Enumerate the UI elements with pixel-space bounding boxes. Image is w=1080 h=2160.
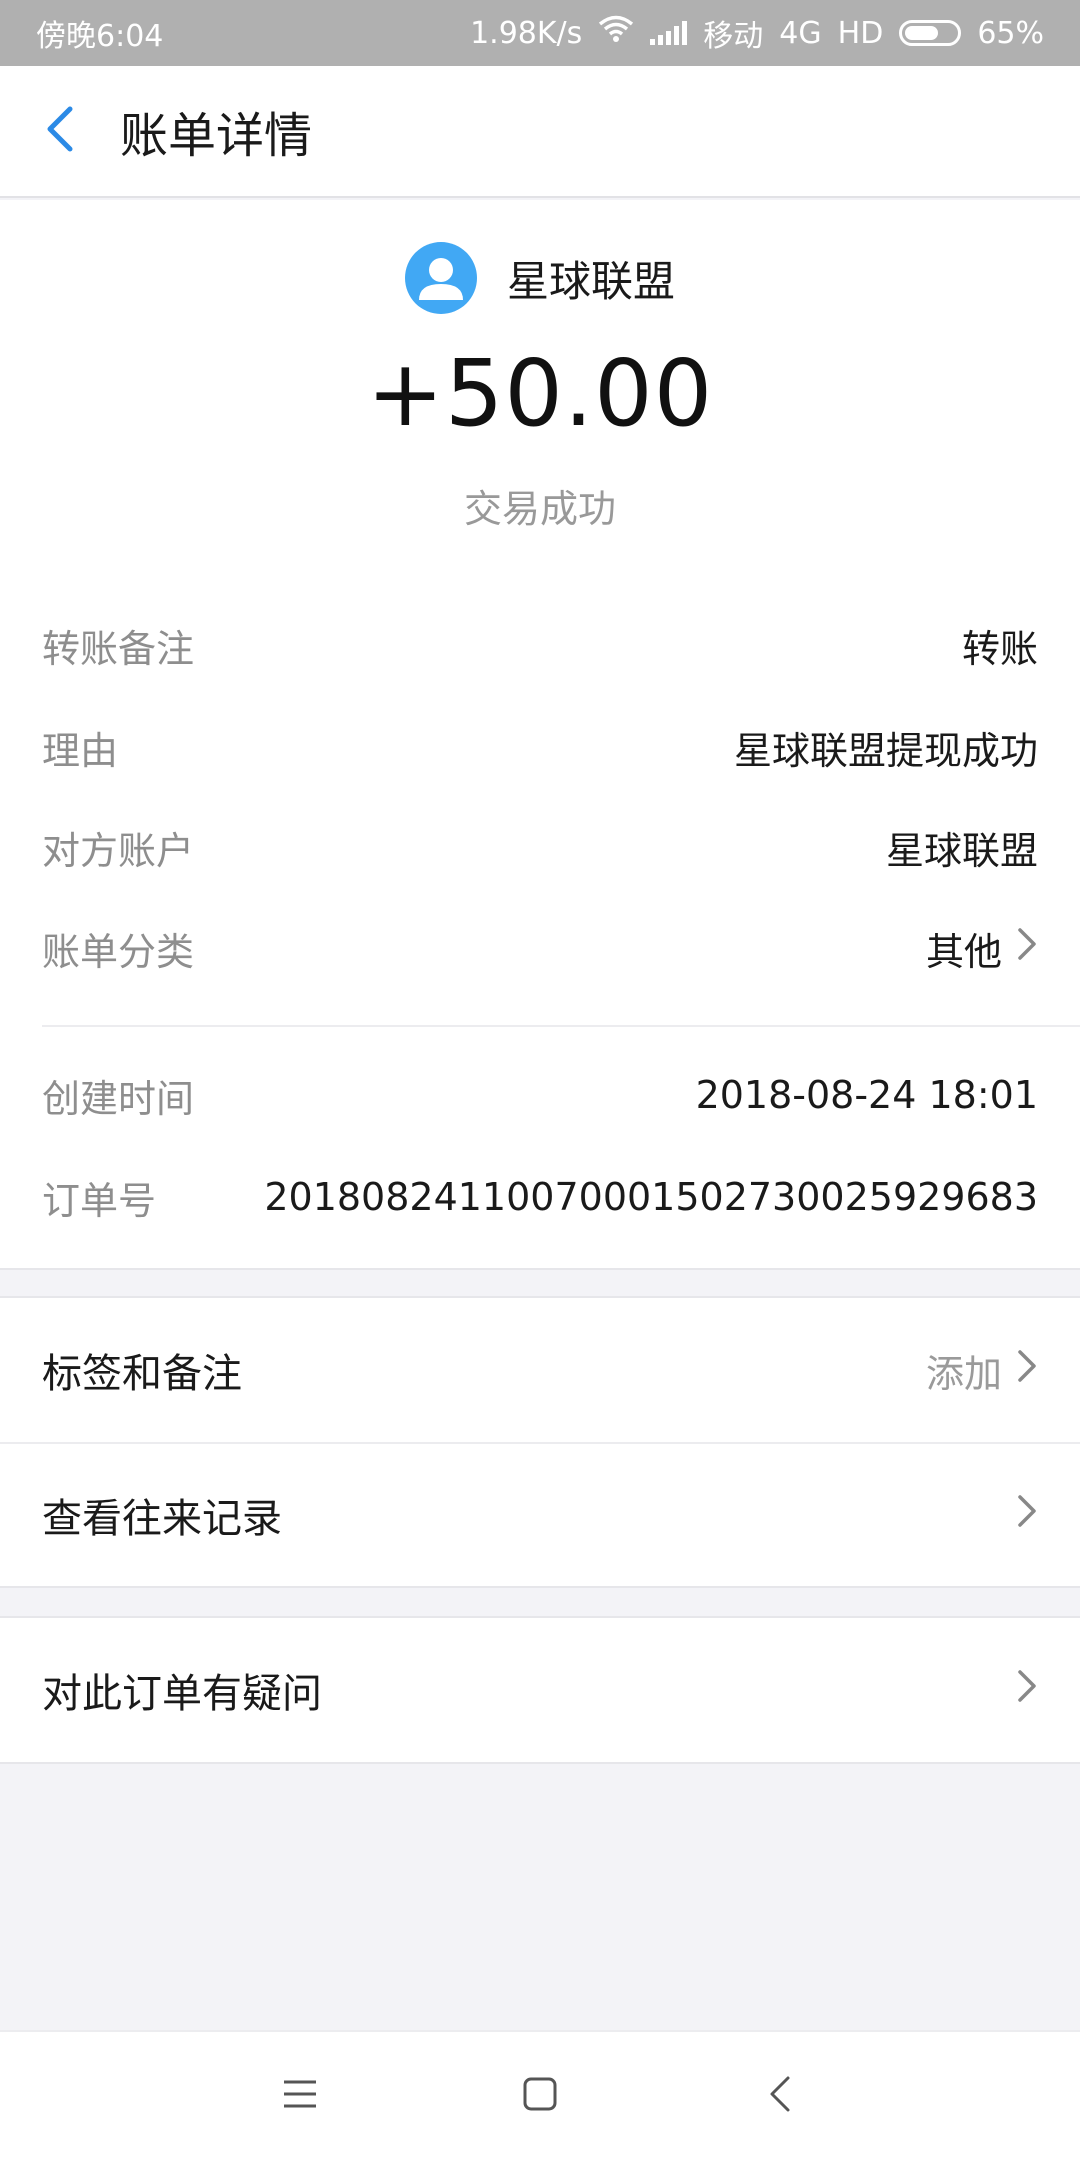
payee: 星球联盟 bbox=[0, 238, 1080, 318]
detail-label: 理由 bbox=[42, 728, 119, 773]
app-header: 账单详情 bbox=[0, 66, 1080, 198]
detail-row-reason: 理由 星球联盟提现成功 bbox=[42, 717, 1038, 777]
detail-label: 转账备注 bbox=[42, 626, 195, 671]
back-button[interactable] bbox=[0, 65, 120, 197]
signal-icon bbox=[650, 21, 688, 45]
detail-label: 账单分类 bbox=[42, 929, 195, 974]
order-dispute-item[interactable]: 对此订单有疑问 bbox=[0, 1618, 1080, 1762]
tags-notes-label: 标签和备注 bbox=[42, 1351, 242, 1397]
detail-row-counterparty: 对方账户 星球联盟 bbox=[42, 817, 1038, 877]
tags-notes-item[interactable]: 标签和备注 添加 bbox=[0, 1298, 1080, 1442]
chevron-right-icon bbox=[1016, 926, 1038, 971]
detail-label: 对方账户 bbox=[42, 828, 195, 873]
network-type: 4G bbox=[779, 15, 822, 51]
wifi-icon bbox=[598, 15, 634, 51]
category-value[interactable]: 其他 bbox=[926, 921, 1038, 976]
detail-row-category[interactable]: 账单分类 其他 bbox=[42, 918, 1038, 978]
status-time: 傍晚6:04 bbox=[36, 19, 164, 54]
system-nav-bar bbox=[0, 2030, 1080, 2160]
divider bbox=[42, 1025, 1080, 1027]
detail-row-remark: 转账备注 转账 bbox=[42, 615, 1038, 675]
add-hint: 添加 bbox=[925, 1351, 1002, 1396]
detail-value: 转账 bbox=[961, 626, 1038, 671]
battery-percent: 65% bbox=[977, 15, 1044, 51]
nav-back-icon bbox=[768, 2074, 792, 2118]
nav-menu-button[interactable] bbox=[255, 2051, 345, 2141]
order-number: 20180824110070001502730025929683 bbox=[264, 1175, 1038, 1219]
transaction-amount: +50.00 bbox=[366, 340, 714, 447]
nav-back-button[interactable] bbox=[735, 2051, 825, 2141]
chevron-right-icon bbox=[1016, 1493, 1038, 1538]
chevron-right-icon bbox=[1016, 1668, 1038, 1713]
action-group-secondary: 对此订单有疑问 bbox=[0, 1616, 1080, 1764]
detail-label: 订单号 bbox=[42, 1178, 157, 1223]
bill-summary: 星球联盟 +50.00 交易成功 转账备注 转账 理由 星球联盟提现成功 对方账… bbox=[0, 200, 1080, 1270]
user-avatar-icon bbox=[404, 242, 477, 314]
carrier-name: 移动 bbox=[703, 19, 764, 54]
detail-value: 星球联盟 bbox=[885, 828, 1038, 873]
hd-indicator: HD bbox=[837, 15, 884, 51]
detail-row-order-number: 订单号 20180824110070001502730025929683 bbox=[42, 1167, 1038, 1227]
nav-home-button[interactable] bbox=[495, 2051, 585, 2141]
menu-icon bbox=[282, 2079, 318, 2113]
order-dispute-label: 对此订单有疑问 bbox=[42, 1671, 322, 1717]
view-history-item[interactable]: 查看往来记录 bbox=[0, 1442, 1080, 1586]
view-history-label: 查看往来记录 bbox=[42, 1496, 282, 1542]
action-group-primary: 标签和备注 添加 查看往来记录 bbox=[0, 1296, 1080, 1588]
category-text: 其他 bbox=[925, 929, 1002, 974]
status-bar: 傍晚6:04 1.98K/s 移动 4G HD 65% bbox=[0, 0, 1080, 66]
home-square-icon bbox=[522, 2076, 558, 2116]
detail-label: 创建时间 bbox=[42, 1076, 195, 1121]
detail-value: 2018-08-24 18:01 bbox=[695, 1073, 1038, 1117]
network-speed: 1.98K/s bbox=[470, 15, 583, 51]
page-title: 账单详情 bbox=[120, 108, 313, 164]
detail-row-created-time: 创建时间 2018-08-24 18:01 bbox=[42, 1065, 1038, 1125]
detail-value: 星球联盟提现成功 bbox=[733, 728, 1038, 773]
battery-icon bbox=[899, 20, 962, 46]
chevron-right-icon bbox=[1016, 1348, 1038, 1393]
transaction-status: 交易成功 bbox=[463, 487, 616, 531]
back-arrow-icon bbox=[40, 103, 80, 159]
payee-name: 星球联盟 bbox=[506, 256, 675, 306]
